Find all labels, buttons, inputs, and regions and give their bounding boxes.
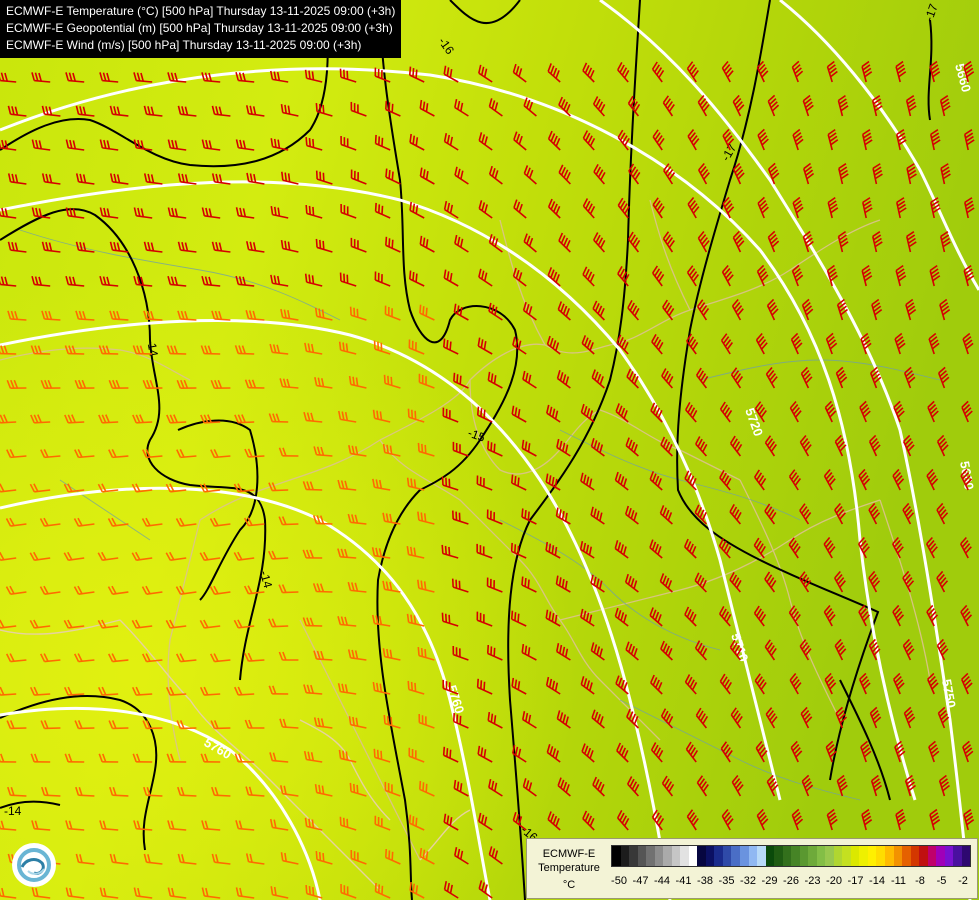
legend-color-step	[919, 846, 928, 866]
temperature-legend: ECMWF-E Temperature °C -50 -47 -44 -41 -38 -3…	[526, 838, 978, 899]
legend-unit: °C	[562, 879, 576, 891]
legend-tick-label: -8	[915, 875, 925, 887]
legend-color-step	[637, 846, 647, 866]
legend-color-step	[936, 846, 945, 866]
legend-color-step	[765, 846, 775, 866]
legend-tick-label: -35	[718, 875, 735, 887]
legend-color-step	[850, 846, 860, 866]
weather-map[interactable]: -16 -17 -15 -14 -14 -14 -16 -17 5660 572…	[0, 0, 979, 900]
legend-tick-label: -32	[740, 875, 756, 887]
legend-color-step	[893, 846, 903, 866]
legend-color-step	[902, 846, 911, 866]
legend-tick-label: -20	[826, 875, 842, 887]
map-title-box: ECMWF-E Temperature (°C) [500 hPa] Thurs…	[0, 0, 402, 58]
legend-color-step	[859, 846, 868, 866]
legend-tick-label: -5	[936, 875, 947, 887]
legend-color-step	[654, 846, 664, 866]
legend-title: ECMWF-E Temperature	[533, 847, 605, 875]
legend-color-step	[671, 846, 681, 866]
title-wind: ECMWF-E Wind (m/s) [500 hPa] Thursday 13…	[6, 38, 362, 52]
legend-color-step	[953, 846, 962, 866]
legend-tick-label: -29	[761, 875, 778, 887]
legend-tick-label: -41	[675, 875, 692, 887]
title-temperature: ECMWF-E Temperature (°C) [500 hPa] Thurs…	[6, 4, 396, 18]
legend-tick-label: -50	[611, 875, 627, 887]
legend-tick-label: -47	[632, 875, 649, 887]
legend-color-step	[808, 846, 817, 866]
legend-tick-label: -11	[890, 875, 907, 887]
legend-color-step	[774, 846, 783, 866]
legend-tick-label: -44	[654, 875, 670, 887]
legend-color-step	[825, 846, 834, 866]
legend-color-step	[961, 846, 971, 866]
legend-tick-label: -23	[804, 875, 821, 887]
legend-color-step	[842, 846, 851, 866]
title-geopotential: ECMWF-E Geopotential (m) [500 hPa] Thurs…	[6, 21, 393, 35]
legend-tick-label: -26	[783, 875, 799, 887]
legend-color-step	[791, 846, 800, 866]
legend-color-step	[722, 846, 732, 866]
legend-color-step	[816, 846, 826, 866]
legend-color-step	[680, 846, 689, 866]
legend-color-step	[927, 846, 937, 866]
legend-color-step	[646, 846, 655, 866]
legend-color-step	[714, 846, 723, 866]
legend-color-step	[629, 846, 638, 866]
legend-color-step	[757, 846, 766, 866]
legend-model: ECMWF-E	[542, 848, 596, 860]
legend-tick-label: -2	[958, 875, 968, 887]
legend-color-step	[867, 846, 877, 866]
legend-tick-labels: -50 -47 -44 -41 -38 -35 -32 -29 -26 -23 -20 -17 -14-…	[611, 875, 971, 889]
legend-variable: Temperature	[538, 862, 600, 874]
legend-color-step	[663, 846, 672, 866]
ecmwf-logo-icon	[12, 843, 56, 887]
legend-tick-label: -14	[869, 875, 885, 887]
legend-color-step	[910, 846, 920, 866]
legend-color-bar	[611, 845, 971, 867]
legend-color-step	[688, 846, 698, 866]
legend-color-step	[748, 846, 758, 866]
legend-tick-label: -17	[847, 875, 864, 887]
legend-color-step	[705, 846, 715, 866]
legend-tick-label: -38	[697, 875, 713, 887]
legend-color-step	[833, 846, 843, 866]
legend-color-step	[731, 846, 740, 866]
legend-color-step	[876, 846, 885, 866]
legend-color-step	[799, 846, 809, 866]
isotherm-label: -14	[4, 804, 22, 818]
legend-color-step	[620, 846, 630, 866]
legend-color-step	[697, 846, 706, 866]
legend-color-step	[885, 846, 894, 866]
legend-color-step	[782, 846, 792, 866]
legend-color-step	[944, 846, 954, 866]
legend-color-step	[612, 846, 621, 866]
legend-color-step	[739, 846, 749, 866]
